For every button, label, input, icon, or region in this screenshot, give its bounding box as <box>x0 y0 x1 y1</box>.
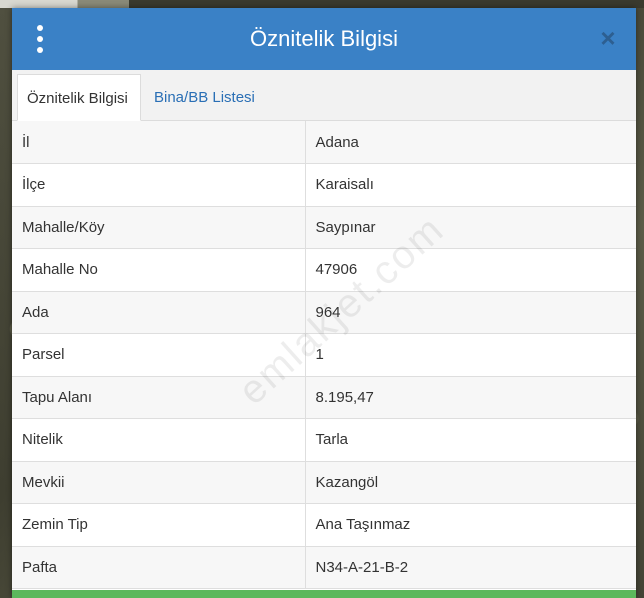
attribute-key: Ada <box>12 291 306 334</box>
attribute-info-dialog: Öznitelik Bilgisi × Öznitelik Bilgisi Bi… <box>12 8 636 598</box>
attribute-value: 964 <box>305 291 636 334</box>
attribute-value: N34-A-21-B-2 <box>305 546 636 589</box>
attribute-value: Tarla <box>305 418 636 462</box>
table-row: Mahalle/Köy Saypınar <box>12 206 636 249</box>
close-icon[interactable]: × <box>596 24 620 52</box>
table-row: Parsel 1 <box>12 333 636 377</box>
attribute-key: Parsel <box>12 333 306 377</box>
table-row: Mahalle No 47906 <box>12 248 636 292</box>
menu-icon[interactable] <box>34 25 46 53</box>
attribute-key: Mahalle No <box>12 248 306 292</box>
table-row: Tapu Alanı 8.195,47 <box>12 376 636 419</box>
attribute-value: 1 <box>305 333 636 377</box>
attribute-key: İl <box>12 121 306 164</box>
tab-bar: Öznitelik Bilgisi Bina/BB Listesi <box>12 70 636 121</box>
table-row: Nitelik Tarla <box>12 418 636 462</box>
footer-bar <box>12 590 636 598</box>
table-row: Pafta N34-A-21-B-2 <box>12 546 636 589</box>
table-row: Ada 964 <box>12 291 636 334</box>
attribute-key: Nitelik <box>12 418 306 462</box>
table-row: İl Adana <box>12 121 636 164</box>
attribute-key: Tapu Alanı <box>12 376 306 419</box>
table-row: İlçe Karaisalı <box>12 163 636 207</box>
dialog-header: Öznitelik Bilgisi × <box>12 8 636 70</box>
attribute-value: 8.195,47 <box>305 376 636 419</box>
attribute-value: Adana <box>305 121 636 164</box>
attribute-key: İlçe <box>12 163 306 207</box>
attribute-key: Zemin Tip <box>12 503 306 547</box>
table-row: Mevkii Kazangöl <box>12 461 636 504</box>
attribute-key: Mahalle/Köy <box>12 206 306 249</box>
attribute-table: İl Adana İlçe Karaisalı Mahalle/Köy Sayp… <box>12 121 636 589</box>
table-row: Zemin Tip Ana Taşınmaz <box>12 503 636 547</box>
attribute-value: Saypınar <box>305 206 636 249</box>
tab-building-list[interactable]: Bina/BB Listesi <box>145 74 264 121</box>
tab-attribute-info[interactable]: Öznitelik Bilgisi <box>17 74 141 121</box>
attribute-value: Ana Taşınmaz <box>305 503 636 547</box>
attribute-key: Mevkii <box>12 461 306 504</box>
attribute-value: Karaisalı <box>305 163 636 207</box>
attribute-value: Kazangöl <box>305 461 636 504</box>
attribute-value: 47906 <box>305 248 636 292</box>
attribute-key: Pafta <box>12 546 306 589</box>
map-background-strip <box>0 0 644 8</box>
dialog-title: Öznitelik Bilgisi <box>250 26 398 51</box>
